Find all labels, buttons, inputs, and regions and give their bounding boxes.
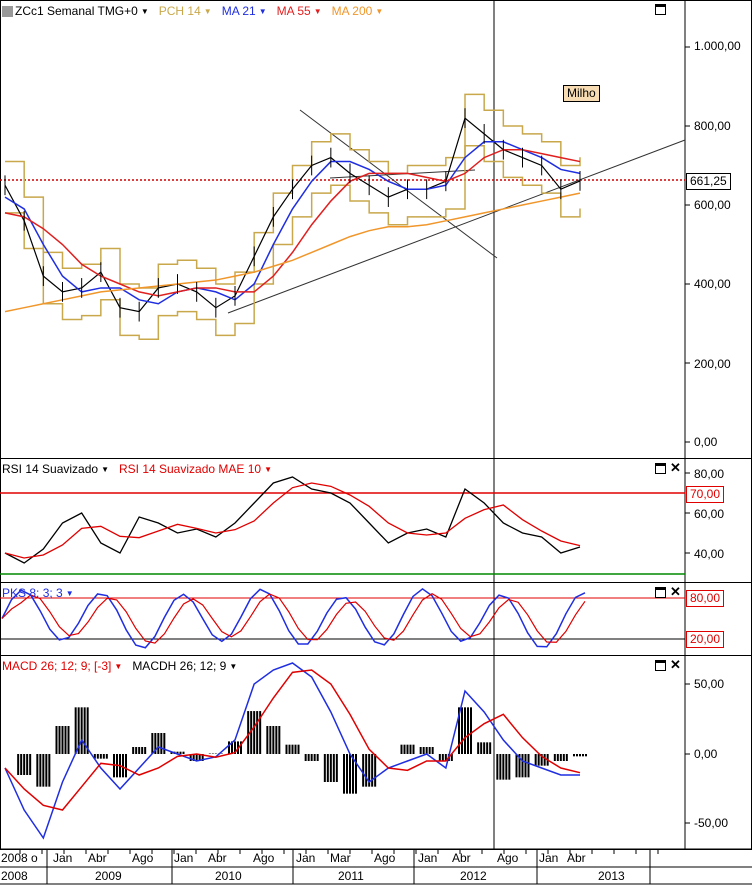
rsi-high-level-box: 70,00 [686, 486, 725, 503]
month-label: Ago [253, 851, 275, 865]
price-panel-header: ZCc1 Semanal TMG+0 ▼ PCH 14 ▼ MA 21 ▼ MA 55… [2, 2, 393, 20]
month-label: Abr [452, 851, 471, 865]
macd-axis-label: 0,00 [694, 747, 718, 761]
price-axis-label: 600,00 [694, 198, 731, 212]
rsi-mae-label[interactable]: RSI 14 Suavizado MAE 10 [119, 462, 261, 476]
price-axis-label: 200,00 [694, 357, 731, 371]
rsi-axis-label: 60,00 [694, 507, 725, 521]
macd-panel-frame [0, 655, 752, 850]
macdh-label[interactable]: MACDH 26; 12; 9 [132, 659, 226, 673]
chevron-down-icon[interactable]: ▼ [375, 7, 383, 16]
macd-axis-label: -50,00 [694, 816, 729, 830]
year-label: 2013 [598, 869, 625, 883]
chevron-down-icon[interactable]: ▼ [66, 589, 74, 598]
month-label: Jan [174, 851, 194, 865]
month-label: Jan [418, 851, 438, 865]
month-label: Jan [539, 851, 559, 865]
chevron-down-icon[interactable]: ▼ [259, 7, 267, 16]
chevron-down-icon[interactable]: ▼ [314, 7, 322, 16]
close-icon[interactable]: ✕ [670, 658, 681, 671]
chevron-down-icon[interactable]: ▼ [264, 465, 272, 474]
rsi-axis-label: 80,00 [694, 467, 725, 481]
year-label: 2011 [338, 869, 364, 883]
price-axis-label: 800,00 [694, 119, 731, 133]
maximize-icon[interactable] [655, 660, 666, 671]
month-label: Abr [567, 851, 586, 865]
month-label: o [31, 851, 38, 865]
chevron-down-icon[interactable]: ▼ [114, 662, 122, 671]
month-label: Jan [53, 851, 73, 865]
ma21-label[interactable]: MA 21 [222, 4, 256, 18]
chevron-down-icon[interactable]: ▼ [141, 7, 149, 16]
pks-label[interactable]: PKS 8; 3; 3 [2, 586, 63, 600]
year-label: 2009 [95, 869, 122, 883]
macd-panel-header: MACD 26; 12; 9; [-3] ▼ MACDH 26; 12; 9 ▼ [2, 657, 247, 675]
month-label: Mar [330, 851, 351, 865]
chart-canvas[interactable] [0, 0, 752, 885]
month-label: Abr [88, 851, 107, 865]
year-label: 2010 [215, 869, 242, 883]
pks-panel-frame [0, 582, 752, 656]
maximize-icon[interactable] [655, 587, 666, 598]
year-label: 2012 [460, 869, 487, 883]
close-icon[interactable]: ✕ [670, 461, 681, 474]
ma200-label[interactable]: MA 200 [332, 4, 373, 18]
price-axis-label: 0,00 [694, 435, 718, 449]
chevron-down-icon[interactable]: ▼ [229, 662, 237, 671]
price-axis-label: 400,00 [694, 277, 731, 291]
pks-d-line [1, 592, 586, 644]
pks-low-level-box: 20,00 [686, 631, 725, 648]
chevron-down-icon[interactable]: ▼ [101, 465, 109, 474]
maximize-icon[interactable] [655, 463, 666, 474]
trendline [299, 109, 498, 259]
symbol-label[interactable]: ZCc1 Semanal TMG+0 [15, 4, 138, 18]
month-label: Ago [132, 851, 154, 865]
pks-high-level-box: 80,00 [686, 590, 725, 607]
rsi-panel-header: RSI 14 Suavizado ▼ RSI 14 Suavizado MAE 1… [2, 460, 282, 478]
close-icon[interactable]: ✕ [670, 585, 681, 598]
month-label: 2008 [1, 851, 28, 865]
month-label: Abr [208, 851, 227, 865]
rsi-label[interactable]: RSI 14 Suavizado [2, 462, 98, 476]
rsi-axis-label: 40,00 [694, 547, 725, 561]
last-price-box: 661,25 [686, 173, 731, 190]
macd-axis-label: 50,00 [694, 677, 725, 691]
maximize-icon[interactable] [655, 4, 666, 15]
ma55-label[interactable]: MA 55 [277, 4, 311, 18]
month-label: Jan [296, 851, 316, 865]
pks-panel-header: PKS 8; 3; 3 ▼ [2, 584, 84, 602]
note-label: Milho [563, 85, 600, 102]
year-label: 2008 [1, 869, 28, 883]
price-axis-label: 1.000,00 [694, 39, 741, 53]
chart-type-icon[interactable] [2, 5, 13, 17]
month-label: Ago [497, 851, 519, 865]
pch-label[interactable]: PCH 14 [159, 4, 201, 18]
macd-label[interactable]: MACD 26; 12; 9; [-3] [2, 659, 111, 673]
month-label: Ago [374, 851, 396, 865]
chevron-down-icon[interactable]: ▼ [204, 7, 212, 16]
